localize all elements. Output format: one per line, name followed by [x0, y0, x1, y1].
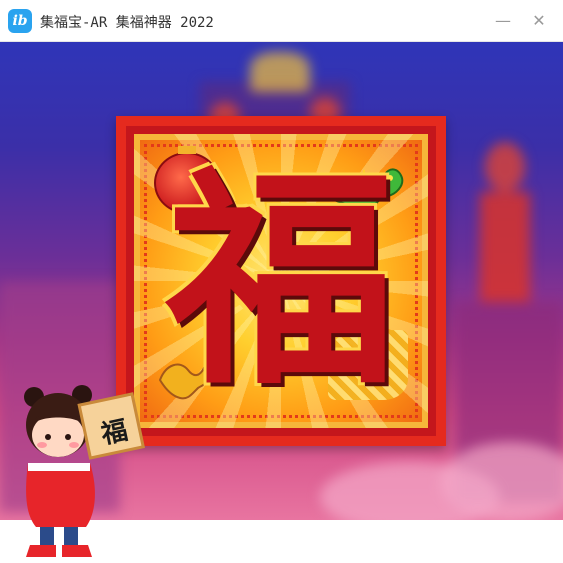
- app-logo-icon: ib: [8, 9, 32, 33]
- bg-cloud: [440, 442, 563, 520]
- close-button[interactable]: ✕: [527, 10, 551, 32]
- app-window: ib 集福宝-AR 集福神器 2022 — ✕ 福 福: [0, 0, 563, 563]
- mascot-girl-icon[interactable]: [6, 385, 156, 563]
- fu-character: 福: [165, 146, 396, 416]
- title-bar[interactable]: ib 集福宝-AR 集福神器 2022 — ✕: [0, 0, 563, 42]
- bg-lantern: [485, 142, 525, 192]
- bg-gold-ingot: [250, 52, 310, 92]
- window-title: 集福宝-AR 集福神器 2022: [40, 15, 214, 31]
- minimize-button[interactable]: —: [491, 10, 515, 32]
- fu-card[interactable]: 福: [116, 116, 446, 446]
- bg-banner: [480, 192, 530, 302]
